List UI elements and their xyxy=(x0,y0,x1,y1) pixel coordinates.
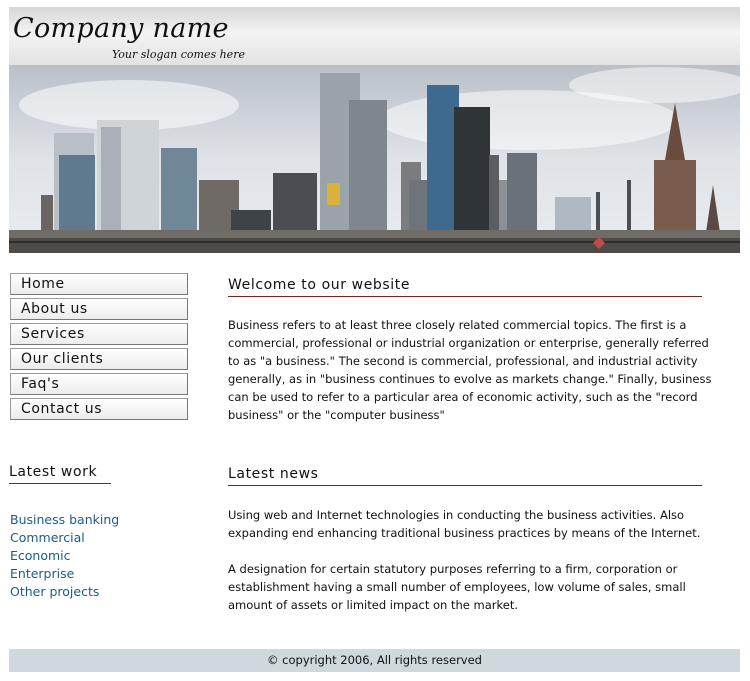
skyline-banner xyxy=(9,65,740,253)
copyright-text: © copyright 2006, All rights reserved xyxy=(267,653,482,667)
nav-faq-button[interactable]: Faq's xyxy=(10,373,188,395)
work-link-business-banking[interactable]: Business banking xyxy=(10,511,119,529)
news-paragraph-1: Using web and Internet technologies in c… xyxy=(228,508,701,540)
nav-about-button[interactable]: About us xyxy=(10,298,188,320)
main-nav: Home About us Services Our clients Faq's… xyxy=(10,273,188,423)
nav-clients-button[interactable]: Our clients xyxy=(10,348,188,370)
nav-contact-button[interactable]: Contact us xyxy=(10,398,188,420)
latest-work-section: Latest work xyxy=(9,464,111,484)
welcome-heading: Welcome to our website xyxy=(228,277,702,297)
work-link-enterprise[interactable]: Enterprise xyxy=(10,565,119,583)
nav-home-button[interactable]: Home xyxy=(10,273,188,295)
work-link-other-projects[interactable]: Other projects xyxy=(10,583,119,601)
work-link-commercial[interactable]: Commercial xyxy=(10,529,119,547)
slogan: Your slogan comes here xyxy=(112,48,245,61)
work-link-economic[interactable]: Economic xyxy=(10,547,119,565)
company-name: Company name xyxy=(13,13,229,44)
news-paragraph-2: A designation for certain statutory purp… xyxy=(228,562,686,612)
nav-services-button[interactable]: Services xyxy=(10,323,188,345)
site-header: Company name Your slogan comes here xyxy=(9,7,740,65)
news-heading: Latest news xyxy=(228,466,702,486)
latest-work-links: Business banking Commercial Economic Ent… xyxy=(10,511,119,601)
footer: © copyright 2006, All rights reserved xyxy=(9,649,740,672)
latest-work-heading: Latest work xyxy=(9,464,111,484)
welcome-section: Welcome to our website xyxy=(228,277,702,297)
news-section: Latest news xyxy=(228,466,702,486)
welcome-text: Business refers to at least three closel… xyxy=(228,318,712,422)
